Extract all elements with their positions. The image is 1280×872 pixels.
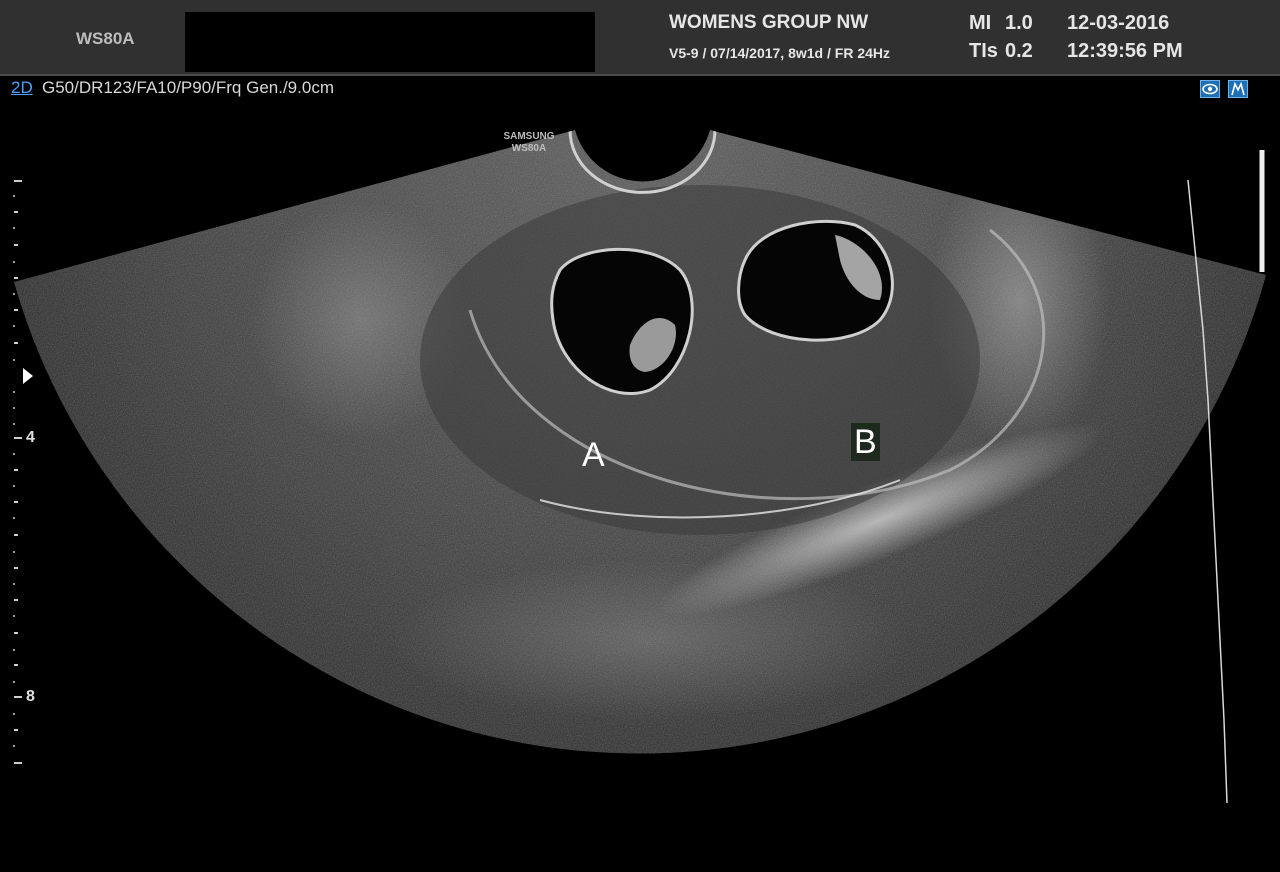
brand-watermark: SAMSUNG WS80A: [503, 131, 555, 154]
focus-marker-icon: [23, 368, 33, 384]
depth-label-8: 8: [26, 688, 35, 705]
annotation-marker-b: B: [851, 423, 880, 461]
annotation-marker-a: A: [582, 436, 605, 474]
depth-ruler: [14, 180, 22, 764]
ultrasound-image: [13, 130, 1266, 804]
depth-label-4: 4: [26, 429, 35, 446]
